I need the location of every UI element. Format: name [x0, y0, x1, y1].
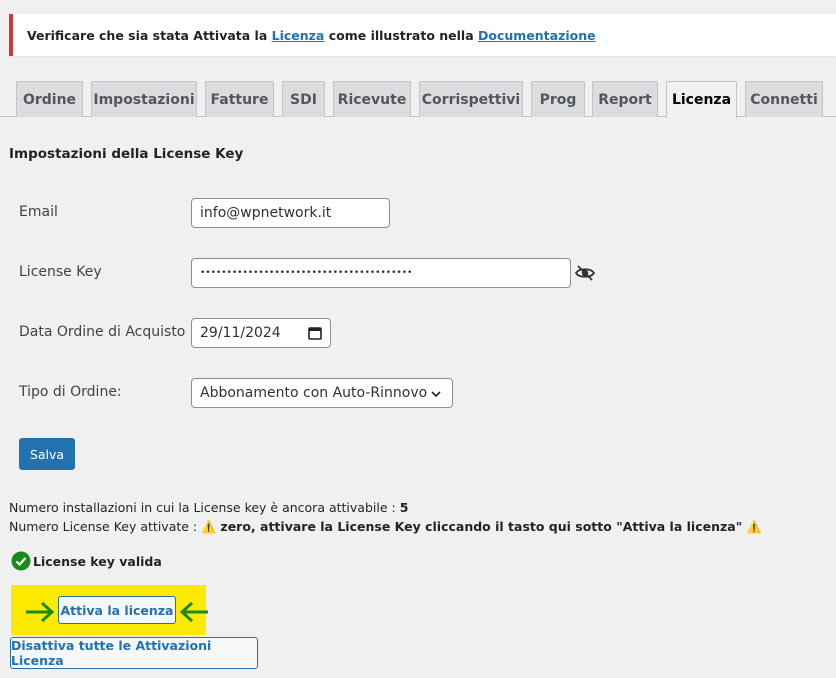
notice-license-link[interactable]: Licenza	[272, 28, 325, 43]
check-circle-icon	[11, 551, 31, 571]
notice-documentation-link[interactable]: Documentazione	[478, 28, 596, 43]
tab-impostazioni[interactable]: Impostazioni	[91, 81, 197, 117]
arrow-left-icon	[179, 601, 208, 623]
tab-licenza[interactable]: Licenza	[666, 81, 737, 118]
license-key-value: ••••••••••••••••••••••••••••••••••••••••	[200, 268, 413, 278]
save-button[interactable]: Salva	[19, 438, 75, 470]
email-field[interactable]: info@wpnetwork.it	[191, 198, 390, 228]
license-key-field[interactable]: ••••••••••••••••••••••••••••••••••••••••	[191, 258, 571, 288]
activated-warning: zero, attivare la License Key cliccando …	[216, 519, 747, 534]
activated-text: Numero License Key attivate :	[9, 519, 202, 534]
installations-info: Numero installazioni in cui la License k…	[9, 500, 408, 515]
purchase-date-value: 29/11/2024	[200, 325, 281, 341]
tab-prog[interactable]: Prog	[531, 81, 585, 117]
license-notice: Verificare che sia stata Attivata la Lic…	[9, 14, 836, 56]
warning-icon: ⚠️	[746, 520, 762, 534]
tab-fatture[interactable]: Fatture	[205, 81, 274, 117]
activated-info: Numero License Key attivate : ⚠️ zero, a…	[9, 519, 762, 534]
tab-report[interactable]: Report	[592, 81, 658, 117]
calendar-icon[interactable]	[308, 326, 322, 340]
email-value: info@wpnetwork.it	[200, 205, 332, 221]
license-valid-text: License key valida	[33, 553, 162, 569]
installations-text: Numero installazioni in cui la License k…	[9, 500, 400, 515]
order-type-label: Tipo di Ordine:	[19, 384, 122, 400]
activate-license-button[interactable]: Attiva la licenza	[58, 596, 176, 624]
purchase-date-label: Data Ordine di Acquisto	[19, 324, 186, 340]
tab-sdi[interactable]: SDI	[282, 81, 325, 117]
license-valid-status: License key valida	[11, 551, 162, 571]
tab-connetti[interactable]: Connetti	[745, 81, 823, 117]
settings-tabs: Ordine Impostazioni Fatture SDI Ricevute…	[0, 81, 836, 118]
section-title: Impostazioni della License Key	[9, 146, 244, 162]
warning-icon: ⚠️	[201, 520, 217, 534]
order-type-value: Abbonamento con Auto-Rinnovo	[200, 385, 428, 401]
tab-corrispettivi[interactable]: Corrispettivi	[419, 81, 523, 117]
purchase-date-field[interactable]: 29/11/2024	[191, 318, 331, 348]
installations-count: 5	[399, 500, 409, 515]
email-label: Email	[19, 204, 58, 220]
arrow-right-icon	[26, 601, 55, 623]
notice-prefix: Verificare che sia stata Attivata la	[27, 27, 272, 43]
deactivate-all-button[interactable]: Disattiva tutte le Attivazioni Licenza	[10, 637, 258, 669]
order-type-select[interactable]: Abbonamento con Auto-Rinnovo	[191, 378, 453, 408]
license-key-label: License Key	[19, 264, 102, 280]
chevron-down-icon	[431, 391, 441, 398]
tab-ordine[interactable]: Ordine	[16, 81, 83, 117]
eye-slash-icon[interactable]	[574, 262, 596, 284]
notice-middle: come illustrato nella	[324, 27, 478, 43]
tab-ricevute[interactable]: Ricevute	[333, 81, 411, 117]
